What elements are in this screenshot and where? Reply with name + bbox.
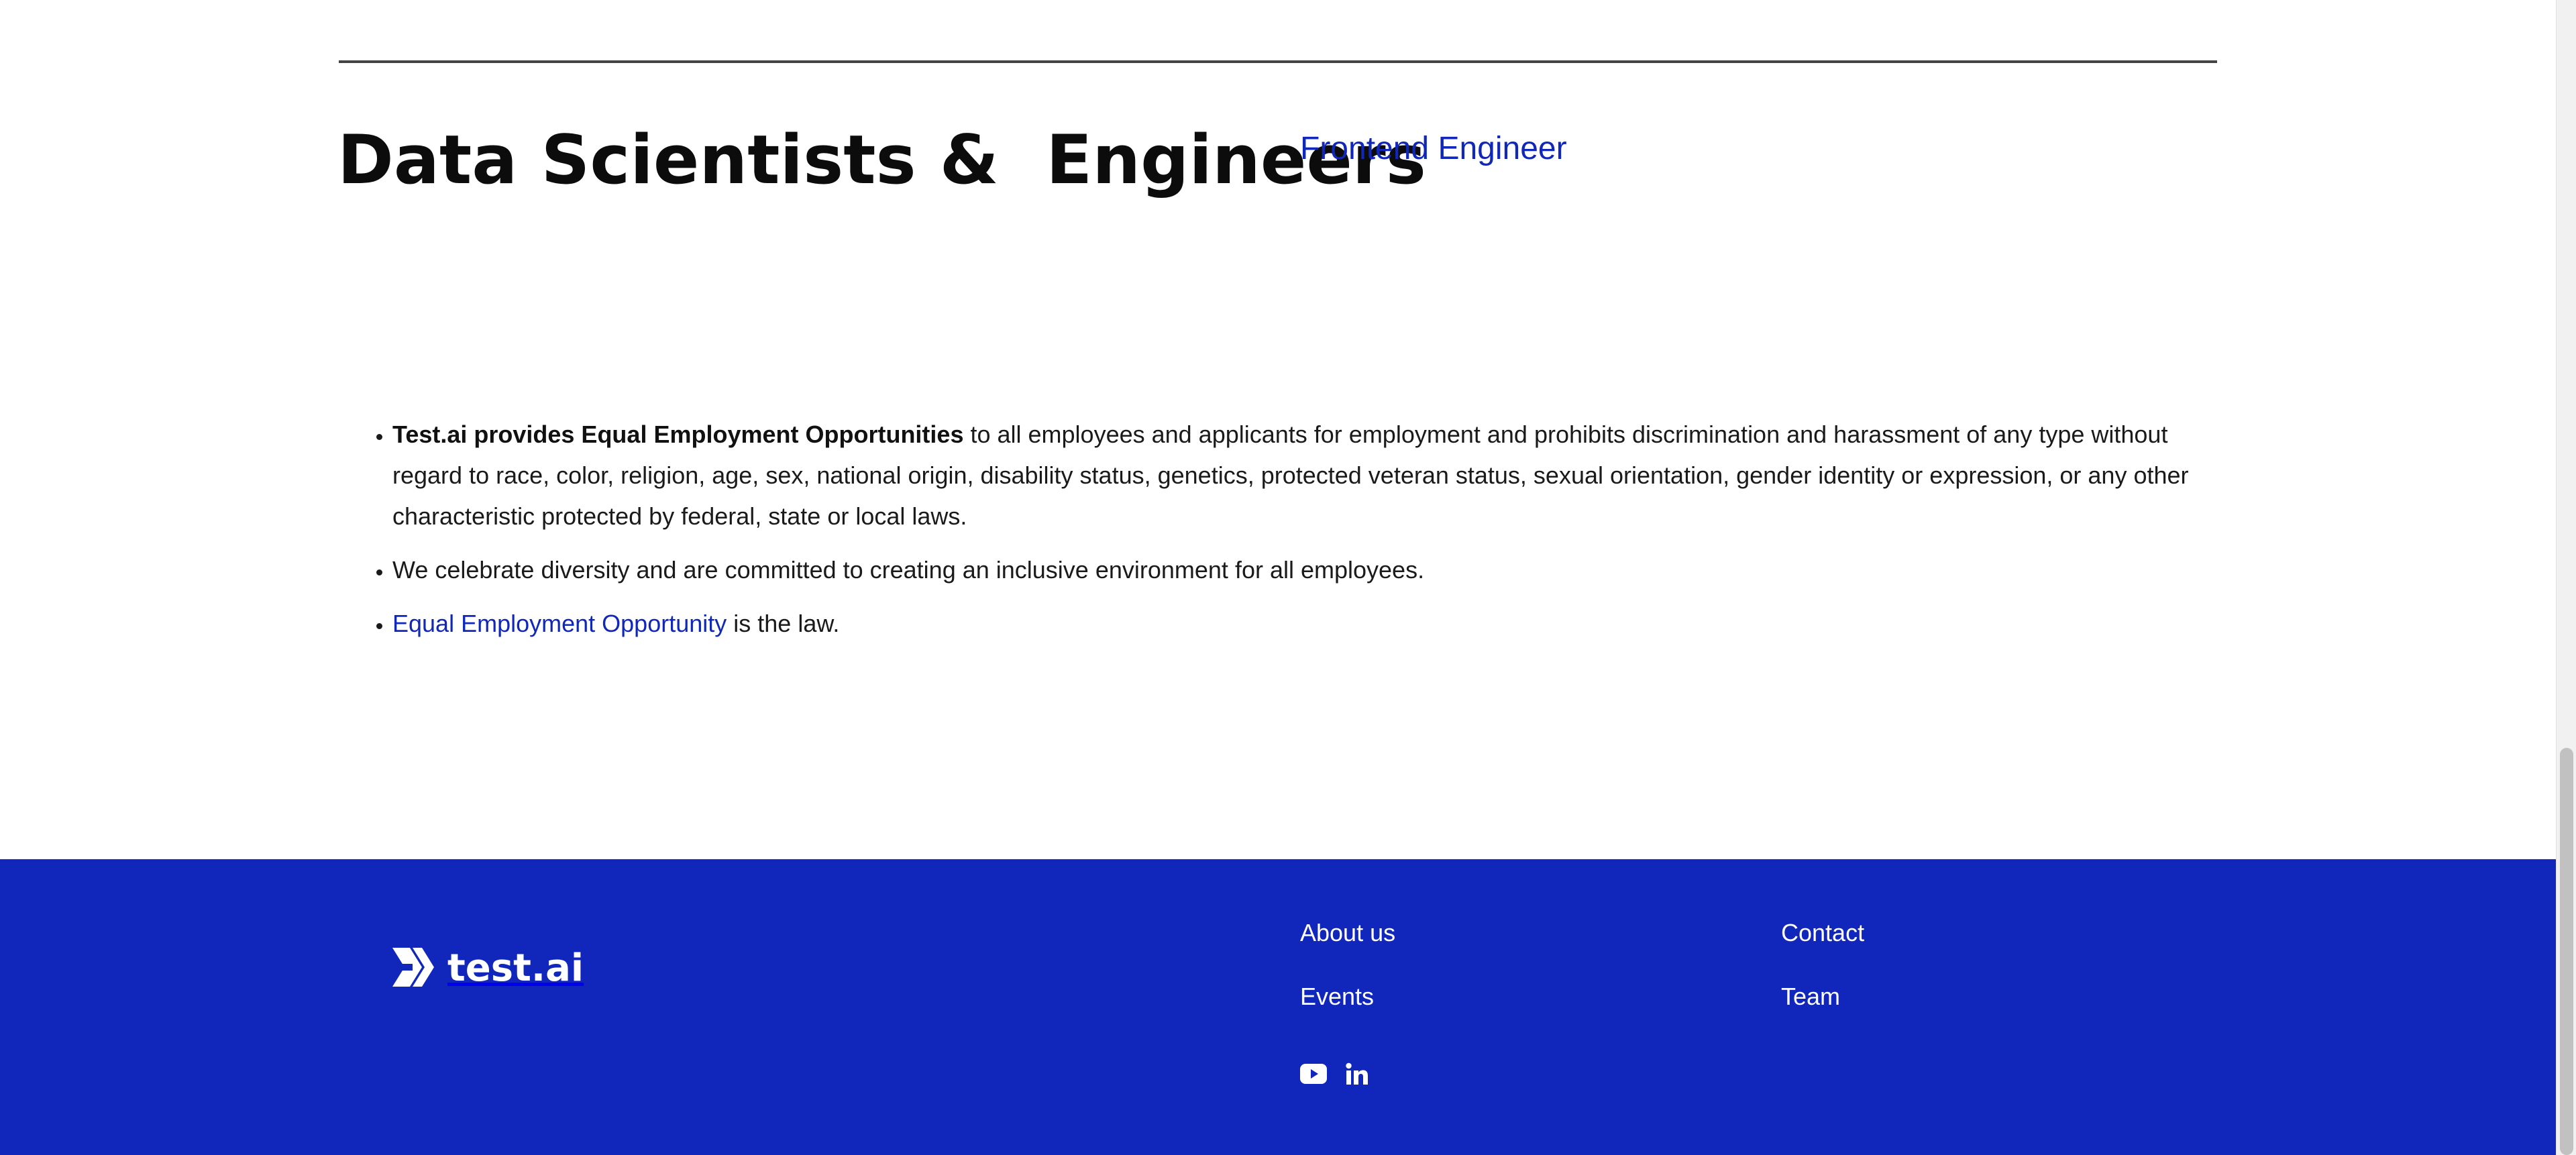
social-links — [1300, 1062, 1368, 1085]
job-link-frontend-engineer[interactable]: Frontend Engineer — [1300, 127, 1567, 170]
logo-mark-icon — [392, 947, 434, 989]
eeo-law-text: is the law. — [727, 610, 840, 637]
logo-text: test.ai — [447, 946, 584, 990]
diversity-statement: We celebrate diversity and are committed… — [392, 556, 1425, 584]
linkedin-icon[interactable] — [1346, 1062, 1368, 1085]
footer-logo[interactable]: test.ai — [392, 946, 584, 990]
eeo-list: Test.ai provides Equal Employment Opport… — [362, 414, 2220, 657]
footer-link-contact[interactable]: Contact — [1781, 917, 1864, 949]
youtube-icon[interactable] — [1300, 1064, 1327, 1084]
eeo-law-link[interactable]: Equal Employment Opportunity — [392, 610, 727, 637]
site-footer: test.ai About us Events Contact Team — [0, 859, 2556, 1155]
list-item: We celebrate diversity and are committed… — [392, 549, 2220, 590]
footer-link-about[interactable]: About us — [1300, 917, 1395, 949]
list-item: Test.ai provides Equal Employment Opport… — [392, 414, 2220, 537]
section-divider — [339, 60, 2217, 63]
footer-link-team[interactable]: Team — [1781, 981, 1840, 1013]
list-item: Equal Employment Opportunity is the law. — [392, 603, 2220, 644]
section-title: Data Scientists & Engineers — [337, 120, 1426, 199]
footer-link-events[interactable]: Events — [1300, 981, 1374, 1013]
eeo-statement-bold: Test.ai provides Equal Employment Opport… — [392, 421, 964, 448]
page: Data Scientists & Engineers Frontend Eng… — [0, 0, 2576, 1155]
scrollbar-thumb[interactable] — [2560, 748, 2573, 1155]
